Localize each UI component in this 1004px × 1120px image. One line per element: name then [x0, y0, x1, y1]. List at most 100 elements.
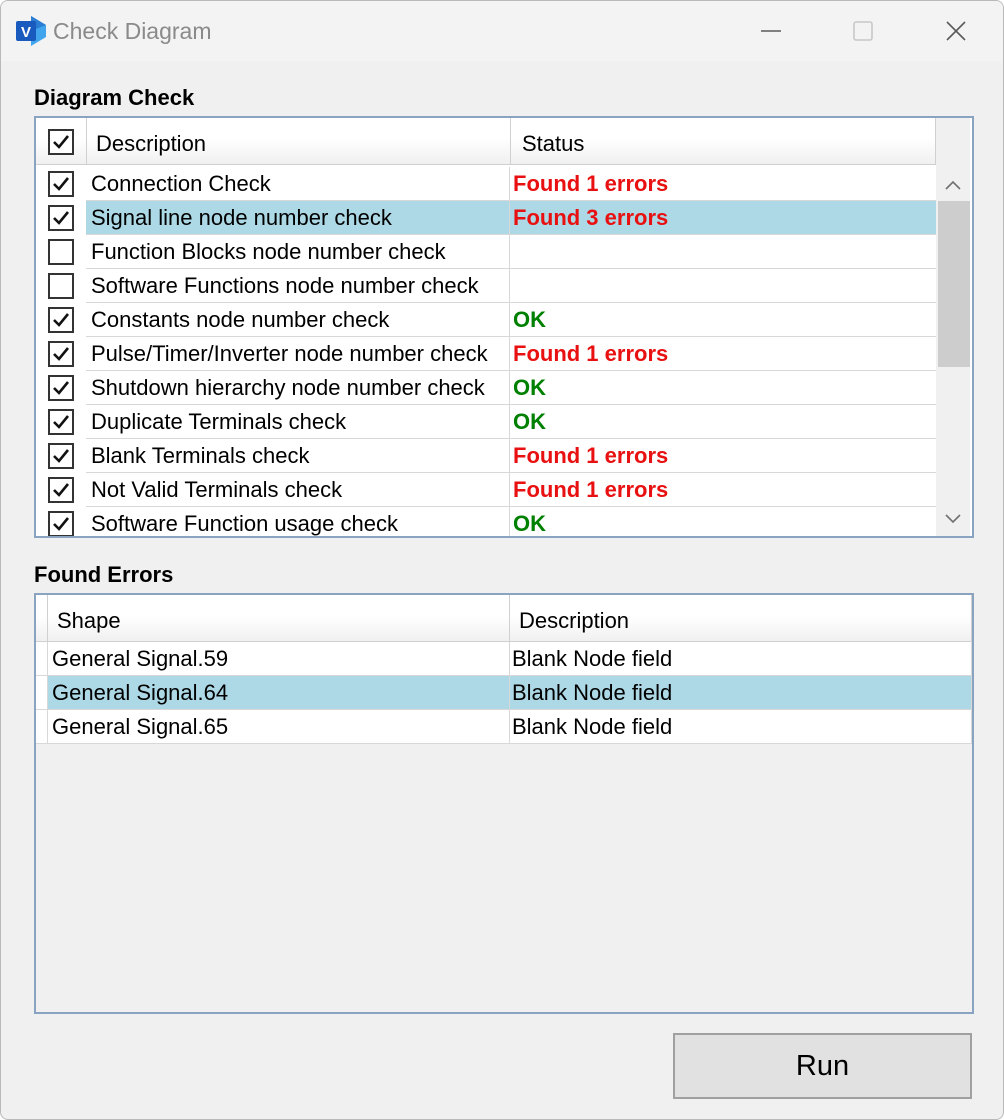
- check-icon: [53, 415, 70, 429]
- error-description-cell: Blank Node field: [510, 642, 972, 676]
- check-description: Pulse/Timer/Inverter node number check: [86, 337, 510, 371]
- check-row-checkbox[interactable]: [48, 409, 74, 435]
- check-description: Not Valid Terminals check: [86, 473, 510, 507]
- visio-app-icon: V: [15, 15, 49, 47]
- check-row[interactable]: Software Functions node number check: [36, 269, 936, 303]
- check-row[interactable]: Not Valid Terminals check Found 1 errors: [36, 473, 936, 507]
- error-shape-cell: General Signal.65: [48, 710, 510, 744]
- check-row-checkbox[interactable]: [48, 205, 74, 231]
- vertical-scrollbar[interactable]: [936, 118, 970, 536]
- check-row-checkbox-cell: [36, 303, 86, 337]
- error-description-cell: Blank Node field: [510, 710, 972, 744]
- check-row[interactable]: Shutdown hierarchy node number check OK: [36, 371, 936, 405]
- maximize-icon: [853, 21, 873, 41]
- check-icon: [53, 517, 70, 531]
- check-row[interactable]: Connection Check Found 1 errors: [36, 167, 936, 201]
- check-status: Found 3 errors: [510, 201, 936, 235]
- scroll-up-icon[interactable]: [944, 178, 962, 192]
- check-row-checkbox-cell: [36, 405, 86, 439]
- error-row[interactable]: General Signal.64 Blank Node field: [36, 676, 972, 710]
- check-description: Shutdown hierarchy node number check: [86, 371, 510, 405]
- check-status: Found 1 errors: [510, 167, 936, 201]
- row-header-corner: [36, 595, 48, 642]
- check-status: Found 1 errors: [510, 439, 936, 473]
- check-row-checkbox-cell: [36, 371, 86, 405]
- run-button[interactable]: Run: [673, 1033, 972, 1099]
- scroll-down-icon[interactable]: [944, 512, 962, 526]
- error-row[interactable]: General Signal.59 Blank Node field: [36, 642, 972, 676]
- minimize-button[interactable]: [744, 11, 798, 51]
- error-description-cell: Blank Node field: [510, 676, 972, 710]
- check-status: OK: [510, 405, 936, 439]
- check-status: [510, 235, 936, 269]
- check-row[interactable]: Duplicate Terminals check OK: [36, 405, 936, 439]
- check-row[interactable]: Function Blocks node number check: [36, 235, 936, 269]
- check-row[interactable]: Constants node number check OK: [36, 303, 936, 337]
- check-row-checkbox[interactable]: [48, 443, 74, 469]
- svg-text:V: V: [21, 24, 31, 41]
- check-row-checkbox[interactable]: [48, 273, 74, 299]
- check-icon: [53, 449, 70, 463]
- check-icon: [53, 135, 70, 149]
- diagram-check-grid[interactable]: Description Status Connection Check Found…: [34, 116, 974, 538]
- check-icon: [53, 177, 70, 191]
- check-row-checkbox[interactable]: [48, 511, 74, 536]
- check-row-checkbox-cell: [36, 235, 86, 269]
- check-diagram-window: V Check Diagram Diagram Check Descriptio…: [0, 0, 1004, 1120]
- found-errors-grid[interactable]: Shape Description General Signal.59 Blank…: [34, 593, 974, 1014]
- row-header-cell[interactable]: [36, 710, 48, 744]
- check-description: Constants node number check: [86, 303, 510, 337]
- error-row[interactable]: General Signal.65 Blank Node field: [36, 710, 972, 744]
- check-description: Function Blocks node number check: [86, 235, 510, 269]
- check-row-checkbox-cell: [36, 507, 86, 536]
- status-column-header[interactable]: Status: [511, 118, 936, 165]
- check-status: OK: [510, 303, 936, 337]
- check-row-checkbox[interactable]: [48, 341, 74, 367]
- check-row-checkbox-cell: [36, 167, 86, 201]
- check-status: Found 1 errors: [510, 473, 936, 507]
- shape-column-header[interactable]: Shape: [48, 595, 510, 642]
- check-row-checkbox-cell: [36, 201, 86, 235]
- check-description: Blank Terminals check: [86, 439, 510, 473]
- minimize-icon: [761, 30, 781, 32]
- select-all-header[interactable]: [36, 118, 87, 165]
- description-column-header[interactable]: Description: [87, 118, 511, 165]
- check-row-checkbox[interactable]: [48, 375, 74, 401]
- check-status: Found 1 errors: [510, 337, 936, 371]
- check-row[interactable]: Software Function usage check OK: [36, 507, 936, 536]
- check-row[interactable]: Blank Terminals check Found 1 errors: [36, 439, 936, 473]
- check-row-checkbox-cell: [36, 269, 86, 303]
- scrollbar-thumb[interactable]: [938, 201, 970, 367]
- check-icon: [53, 347, 70, 361]
- maximize-button: [836, 11, 890, 51]
- check-status: OK: [510, 507, 936, 536]
- error-description-column-header[interactable]: Description: [510, 595, 972, 642]
- select-all-checkbox[interactable]: [48, 129, 74, 155]
- row-header-cell[interactable]: [36, 676, 48, 710]
- diagram-check-label: Diagram Check: [34, 85, 195, 110]
- check-description: Connection Check: [86, 167, 510, 201]
- title-bar: V Check Diagram: [1, 1, 1003, 61]
- close-button[interactable]: [929, 11, 983, 51]
- check-row-checkbox[interactable]: [48, 307, 74, 333]
- check-row[interactable]: Signal line node number check Found 3 err…: [36, 201, 936, 235]
- check-row[interactable]: Pulse/Timer/Inverter node number check Fo…: [36, 337, 936, 371]
- check-description: Signal line node number check: [86, 201, 510, 235]
- check-row-checkbox[interactable]: [48, 477, 74, 503]
- check-row-checkbox[interactable]: [48, 171, 74, 197]
- check-icon: [53, 381, 70, 395]
- check-status: OK: [510, 371, 936, 405]
- check-row-checkbox-cell: [36, 473, 86, 507]
- check-row-checkbox[interactable]: [48, 239, 74, 265]
- error-shape-cell: General Signal.59: [48, 642, 510, 676]
- check-description: Duplicate Terminals check: [86, 405, 510, 439]
- row-header-cell[interactable]: [36, 642, 48, 676]
- check-row-checkbox-cell: [36, 337, 86, 371]
- close-icon: [946, 21, 966, 41]
- window-title: Check Diagram: [53, 18, 212, 44]
- check-description: Software Function usage check: [86, 507, 510, 536]
- check-row-checkbox-cell: [36, 439, 86, 473]
- check-icon: [53, 313, 70, 327]
- check-icon: [53, 483, 70, 497]
- error-shape-cell: General Signal.64: [48, 676, 510, 710]
